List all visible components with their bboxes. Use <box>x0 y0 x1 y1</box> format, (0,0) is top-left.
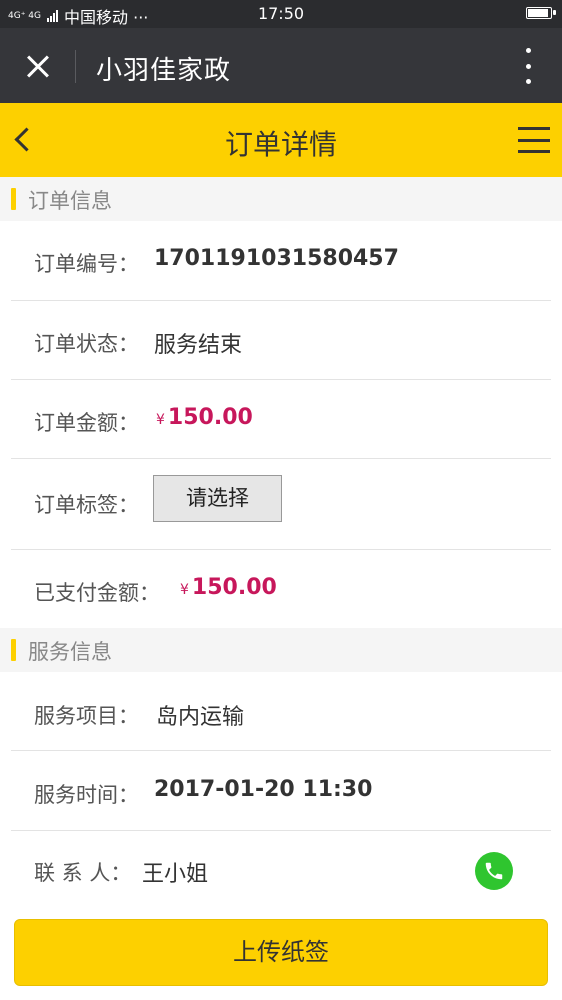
service-time-row: 服务时间： 2017-01-20 11:30 <box>11 751 551 831</box>
section-marker <box>11 639 16 661</box>
close-icon[interactable] <box>14 42 62 90</box>
section-title: 服务信息 <box>28 640 112 664</box>
service-time-label: 服务时间： <box>34 783 139 807</box>
order-status-row: 订单状态： 服务结束 <box>11 301 551 380</box>
service-time-value: 2017-01-20 11:30 <box>154 777 373 802</box>
section-title: 订单信息 <box>28 189 112 213</box>
page-header: 订单详情 <box>0 103 562 177</box>
currency-symbol: ¥ <box>180 582 189 598</box>
title-divider <box>75 50 76 83</box>
order-number-value: 1701191031580457 <box>154 246 399 271</box>
order-amount-label: 订单金额： <box>34 411 139 435</box>
order-status-value: 服务结束 <box>154 333 243 358</box>
order-info-section-header: 订单信息 <box>0 177 562 221</box>
app-title: 小羽佳家政 <box>96 56 232 86</box>
order-tag-label: 订单标签： <box>34 493 139 517</box>
amount-number: 150.00 <box>167 405 253 430</box>
order-tag-row: 订单标签： 请选择 <box>11 459 551 550</box>
more-options-icon[interactable] <box>516 48 540 84</box>
paid-amount-label: 已支付金额： <box>34 581 160 605</box>
webview-title-bar: 小羽佳家政 <box>0 28 562 103</box>
service-item-row: 服务项目： 岛内运输 <box>11 672 551 751</box>
hamburger-menu-icon[interactable] <box>518 127 550 153</box>
order-number-row: 订单编号： 1701191031580457 <box>11 221 551 301</box>
order-number-label: 订单编号： <box>34 252 139 276</box>
status-bar: 4G⁺ 4G 中国移动 ··· 17:50 <box>0 0 562 28</box>
service-item-value: 岛内运输 <box>156 705 245 730</box>
phone-call-icon[interactable] <box>475 852 513 890</box>
order-amount-row: 订单金额： ¥150.00 <box>11 380 551 459</box>
order-tag-select[interactable]: 请选择 <box>153 475 282 522</box>
paid-number: 150.00 <box>191 575 277 600</box>
paid-amount-row: 已支付金额： ¥150.00 <box>11 550 551 628</box>
paid-amount-value: ¥150.00 <box>180 575 277 600</box>
bottom-action-bar: 上传纸签 <box>0 906 562 1000</box>
battery-icon <box>526 7 556 19</box>
upload-paper-signature-button[interactable]: 上传纸签 <box>14 919 548 986</box>
order-amount-value: ¥150.00 <box>156 405 253 430</box>
contact-row: 联 系 人： 王小姐 <box>11 831 551 906</box>
status-time: 17:50 <box>257 4 305 23</box>
order-status-label: 订单状态： <box>34 332 139 356</box>
service-item-label: 服务项目： <box>34 704 139 728</box>
currency-symbol: ¥ <box>156 412 165 428</box>
page-title: 订单详情 <box>224 128 337 161</box>
contact-value: 王小姐 <box>142 862 209 887</box>
section-marker <box>11 188 16 210</box>
contact-label: 联 系 人： <box>34 861 132 885</box>
service-info-section-header: 服务信息 <box>0 628 562 672</box>
